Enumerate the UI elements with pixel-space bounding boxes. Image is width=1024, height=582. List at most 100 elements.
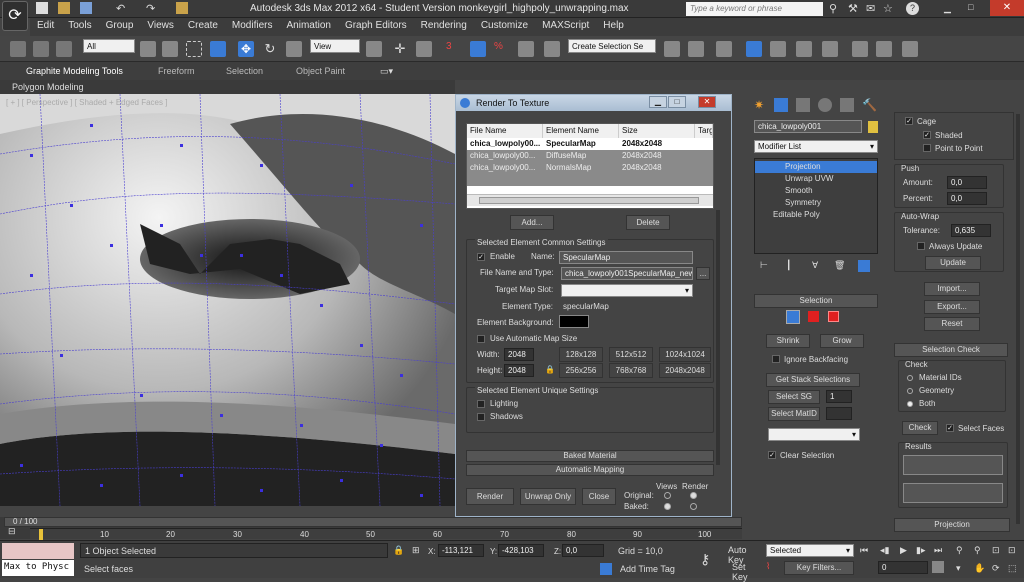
z-coordinate-field[interactable]: 0,0 [562,544,604,557]
go-to-start-icon[interactable]: ⏮ [860,545,868,556]
mirror-icon[interactable] [664,41,680,57]
column-header[interactable]: Element Name [543,124,619,138]
render-setup-icon[interactable] [852,41,868,57]
baked-material-rollout[interactable]: Baked Material [466,450,714,462]
polygon-subobject-icon[interactable] [808,311,819,322]
dialog-close-icon[interactable]: ✕ [698,96,716,108]
original-render-radio[interactable] [690,492,697,499]
selection-check-rollout-header[interactable]: Selection Check [894,343,1008,357]
track-bar[interactable]: 10 20 30 40 50 60 70 80 90 100 [30,528,742,540]
hierarchy-tab-icon[interactable] [796,98,810,112]
render-button[interactable]: Render [466,488,514,505]
previous-frame-icon[interactable]: ◂▮ [880,545,889,556]
material-editor-icon[interactable] [822,41,838,57]
project-folder-icon[interactable] [176,2,188,14]
export-button[interactable]: Export... [924,300,980,314]
named-selection-dropdown[interactable]: Create Selection Se [568,39,656,53]
lock-aspect-icon[interactable]: 🔒 [545,365,555,374]
auto-key-button[interactable]: Auto Key [726,544,764,565]
next-frame-icon[interactable]: ▮▸ [916,545,925,556]
menu-modifiers[interactable]: Modifiers [225,18,280,33]
scale-icon[interactable] [286,41,302,57]
tab-graphite-modeling-tools[interactable]: Graphite Modeling Tools [26,66,123,76]
rectangular-selection-icon[interactable] [186,41,202,57]
width-field[interactable]: 2048 [504,348,534,361]
open-icon[interactable] [58,2,70,14]
go-to-end-icon[interactable]: ⏭ [934,545,942,556]
save-icon[interactable] [80,2,92,14]
key-mode-dropdown[interactable]: Selected ▾ [766,544,854,557]
display-tab-icon[interactable] [840,98,854,112]
matid-field[interactable] [826,407,852,420]
selection-lock-icon[interactable]: 🔒 [393,545,404,556]
size-512-button[interactable]: 512x512 [609,347,653,362]
mini-curve-editor-icon[interactable]: ⊟ [8,526,16,537]
menu-create[interactable]: Create [181,18,225,33]
angle-snap-icon[interactable] [470,41,486,57]
column-header[interactable]: File Name [467,124,543,138]
grow-button[interactable]: Grow [820,334,864,348]
point-to-point-checkbox[interactable] [923,144,931,152]
update-button[interactable]: Update [925,256,981,270]
key-filters-button[interactable]: Key Filters... [784,561,854,575]
new-icon[interactable] [36,2,48,14]
face-subobject-icon[interactable] [786,310,800,324]
field-of-view-icon[interactable]: ▾ [956,563,961,574]
bind-space-warp-icon[interactable] [56,41,72,57]
always-update-checkbox[interactable] [917,242,925,250]
amount-field[interactable]: 0,0 [947,176,987,189]
absolute-mode-icon[interactable]: ⊞ [412,545,420,556]
stack-item-unwrap-uvw[interactable]: Unwrap UVW [755,173,877,185]
time-configuration-icon[interactable] [932,561,944,573]
communication-icon[interactable]: ✉ [866,2,875,15]
menu-help[interactable]: Help [596,18,631,33]
select-manipulate-icon[interactable]: ✛ [392,41,408,57]
set-key-button[interactable]: Set Key [730,561,764,582]
pin-stack-icon[interactable]: ⊢ [760,260,768,271]
both-radio[interactable] [907,401,913,407]
zoom-all-icon[interactable]: ⚲ [974,545,981,556]
subscription-icon[interactable]: ⚒ [848,2,858,15]
time-slider[interactable]: 0 / 100 [4,517,742,527]
command-panel-scrollbar[interactable] [1016,114,1020,524]
ignore-backfacing-checkbox[interactable] [772,355,780,363]
window-crossing-icon[interactable] [210,41,226,57]
pan-icon[interactable]: ✋ [974,563,985,574]
geometry-radio[interactable] [907,388,913,394]
target-map-slot-dropdown[interactable]: ▾ [561,284,693,297]
unlink-icon[interactable] [33,41,49,57]
reference-coordinate-dropdown[interactable]: View [310,39,360,53]
select-link-icon[interactable] [10,41,26,57]
zoom-icon[interactable]: ⚲ [956,545,963,556]
stack-item-editable-poly[interactable]: Editable Poly [755,209,877,221]
shrink-button[interactable]: Shrink [766,334,810,348]
close-icon[interactable]: ✕ [990,0,1024,16]
column-header[interactable]: Targ [695,124,713,138]
spinner-snap-icon[interactable] [518,41,534,57]
unwrap-only-button[interactable]: Unwrap Only [520,488,576,505]
menu-rendering[interactable]: Rendering [414,18,474,33]
object-name-field[interactable]: chica_lowpoly001 [754,120,862,133]
rendered-frame-icon[interactable] [876,41,892,57]
menu-group[interactable]: Group [99,18,141,33]
automatic-map-size-checkbox[interactable] [477,335,485,343]
configure-modifier-sets-icon[interactable] [858,260,870,272]
menu-views[interactable]: Views [140,18,181,33]
maxscript-listener[interactable] [2,543,74,559]
render-production-icon[interactable] [902,41,918,57]
dialog-scrollbar[interactable] [716,210,720,465]
favorites-icon[interactable]: ☆ [883,2,893,15]
app-logo-icon[interactable]: ⟳ [2,1,28,31]
table-row[interactable]: chica_lowpoly00... DiffuseMap 2048x2048 [467,150,713,162]
utilities-tab-icon[interactable]: 🔨 [862,98,877,112]
select-by-name-icon[interactable] [162,41,178,57]
table-row[interactable]: chica_lowpoly00... SpecularMap 2048x2048 [467,138,713,150]
zoom-extents-icon[interactable]: ⊡ [992,545,1000,556]
time-tag-icon[interactable] [600,563,612,575]
column-header[interactable]: Size [619,124,695,138]
add-time-tag[interactable]: Add Time Tag [618,563,698,577]
perspective-viewport[interactable]: [ + ] [ Perspective ] [ Shaded + Edged F… [0,94,455,506]
select-matid-button[interactable]: Select MatID [768,407,820,421]
object-color-swatch[interactable] [868,121,878,133]
create-tab-icon[interactable]: ✷ [754,98,764,112]
